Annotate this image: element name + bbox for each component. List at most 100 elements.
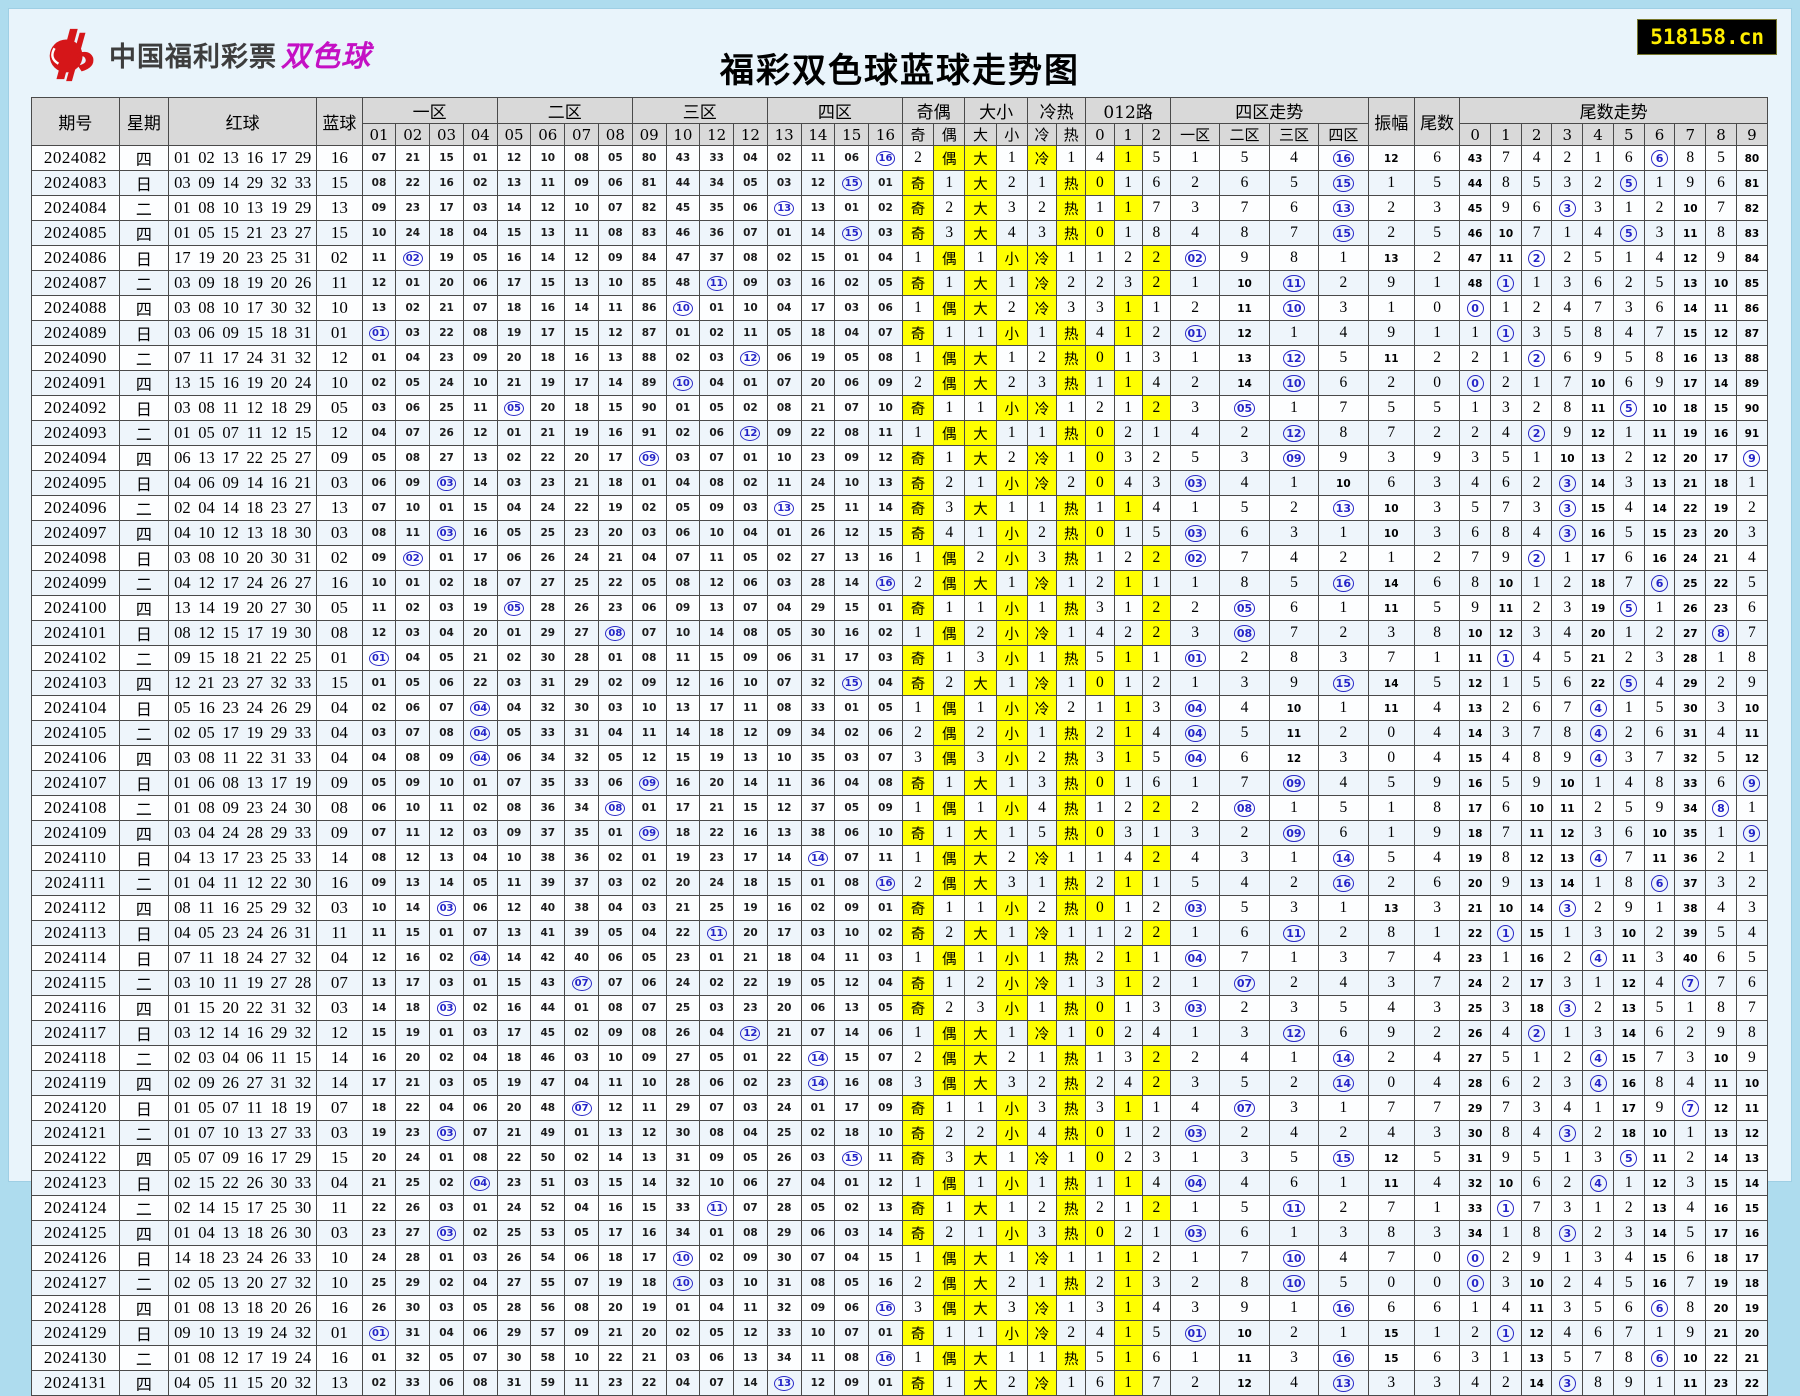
trend-cell: 17 xyxy=(1582,545,1614,571)
zone-miss-cell: 33 xyxy=(530,720,566,746)
trend-cell: 3 xyxy=(1612,470,1645,496)
table-header: 期号 星期 红球 蓝球 一区 二区 三区 四区 奇偶 大小 冷热 012路 四区走势 振幅 尾数 尾数走势 01… xyxy=(31,97,1769,146)
issue-cell: 2024117 xyxy=(31,1020,120,1046)
trend-cell: 45 xyxy=(1459,195,1491,221)
trend-cell: 6 xyxy=(1582,270,1614,296)
zone-miss-cell: 06 xyxy=(429,670,464,696)
red-ball-number: 02 xyxy=(174,1173,191,1192)
zone-miss-cell: 04 xyxy=(361,745,397,771)
trend-cell: 3 xyxy=(1520,320,1553,346)
hit-value: 0 xyxy=(1466,1275,1484,1292)
week-cell: 二 xyxy=(118,195,170,221)
trend-table: 期号 星期 红球 蓝球 一区 二区 三区 四区 奇偶 大小 冷热 012路 四区走势 振幅 尾数 尾数走势 01… xyxy=(31,97,1769,1396)
trend-cell: 1 xyxy=(1056,970,1087,996)
zone-miss-cell: 09 xyxy=(868,795,903,821)
trend-cell: 6 xyxy=(1643,295,1676,321)
zone-miss-cell: 12 xyxy=(361,270,397,296)
table-row: 2024106 四 03 08 11 22 31 33 04 04 08 09 04 06 34 32 05 12… xyxy=(31,745,1769,771)
zone-miss-cell: 24 xyxy=(395,1145,431,1171)
blue-ball-cell: 15 xyxy=(316,170,363,196)
zone-miss-cell: 24 xyxy=(361,1245,397,1271)
trend-cell: 11 xyxy=(1643,420,1676,446)
trend-cell: 偶 xyxy=(933,1170,966,1196)
trend-cell: 11 xyxy=(1268,920,1320,946)
zone-miss-cell: 09 xyxy=(631,445,667,471)
trend-cell: 4 xyxy=(1268,145,1320,171)
trend-cell: 16 xyxy=(1705,1195,1737,1221)
trend-cell: 1 xyxy=(1085,495,1115,521)
red-ball-number: 18 xyxy=(246,1298,263,1317)
zone-miss-cell: 22 xyxy=(597,1345,633,1371)
zone-miss-cell: 14 xyxy=(868,495,903,521)
zone-miss-cell: 34 xyxy=(800,720,836,746)
trend-cell: 8 xyxy=(1367,1220,1415,1246)
zone-miss-cell: 15 xyxy=(631,1195,667,1221)
zone-miss-cell: 09 xyxy=(631,820,667,846)
trend-cell: 12 xyxy=(1268,1020,1320,1046)
trend-cell: 13 xyxy=(1318,195,1369,221)
zone-miss-cell: 24 xyxy=(530,495,566,521)
zone-miss-cell: 27 xyxy=(665,1045,701,1071)
week-cell: 二 xyxy=(118,720,170,746)
zone-miss-cell: 11 xyxy=(395,820,431,846)
zone-miss-cell: 09 xyxy=(597,245,633,271)
zone-miss-cell: 03 xyxy=(868,945,903,971)
trend-cell: 小 xyxy=(995,795,1028,821)
trend-cell: 热 xyxy=(1056,1120,1087,1146)
red-ball-number: 04 xyxy=(198,498,215,517)
trend-cell: 1 xyxy=(1582,145,1614,171)
red-ball-number: 19 xyxy=(270,1348,288,1367)
sub-header-冷: 冷 xyxy=(1026,123,1058,146)
trend-cell: 10 xyxy=(1367,520,1415,546)
red-ball-number: 11 xyxy=(246,1098,263,1117)
week-cell: 日 xyxy=(118,1095,170,1121)
zone-miss-cell: 08 xyxy=(564,1295,599,1321)
red-ball-number: 02 xyxy=(198,148,215,167)
red-ball-number: 16 xyxy=(198,698,215,717)
trend-cell: 4 xyxy=(1113,1070,1143,1096)
zone-miss-cell: 05 xyxy=(496,720,532,746)
zone-miss-cell: 16 xyxy=(665,770,701,796)
trend-cell: 9 xyxy=(1489,870,1522,896)
zone-miss-cell: 03 xyxy=(868,220,903,246)
trend-cell: 2 xyxy=(1520,295,1553,321)
trend-cell: 4 xyxy=(1582,1045,1614,1071)
trend-cell: 1 xyxy=(1026,1045,1058,1071)
zone-miss-cell: 04 xyxy=(665,470,701,496)
trend-cell: 3 xyxy=(1113,1045,1143,1071)
zone-miss-cell: 12 xyxy=(496,895,532,921)
site-badge[interactable]: 518158.cn xyxy=(1637,19,1777,55)
zone-miss-cell: 01 xyxy=(361,670,397,696)
zone-miss-cell: 16 xyxy=(597,420,633,446)
trend-cell: 16 xyxy=(1674,345,1707,371)
hit-value: 6 xyxy=(1651,1350,1669,1367)
table-row: 2024131 四 04 05 11 15 20 32 13 02 33 06 08 31 59 11 23 22… xyxy=(31,1370,1769,1396)
red-ball-number: 28 xyxy=(246,823,263,842)
trend-cell: 1 xyxy=(1113,995,1143,1021)
trend-cell: 2 xyxy=(901,720,935,746)
red-ball-number: 26 xyxy=(270,923,288,942)
zone-miss-cell: 12 xyxy=(429,820,464,846)
zone-miss-cell: 04 xyxy=(868,970,903,996)
trend-cell: 10 xyxy=(1268,295,1320,321)
zone-miss-cell: 03 xyxy=(462,1245,498,1271)
trend-cell: 2 xyxy=(1085,945,1115,971)
trend-cell: 大 xyxy=(964,1245,997,1271)
red-ball-number: 31 xyxy=(270,748,288,767)
red-ball-number: 20 xyxy=(222,998,239,1017)
hit-value: 05 xyxy=(1233,600,1256,617)
trend-cell: 3 xyxy=(1674,1170,1707,1196)
zone-miss-cell: 11 xyxy=(597,295,633,321)
week-cell: 四 xyxy=(118,1295,170,1321)
trend-cell: 3 xyxy=(1085,295,1115,321)
trend-cell: 热 xyxy=(1056,820,1087,846)
zone-miss-cell: 10 xyxy=(564,195,599,221)
red-ball-number: 31 xyxy=(270,1073,288,1092)
trend-cell: 2 xyxy=(901,1045,935,1071)
zone-miss-cell: 35 xyxy=(800,745,836,771)
red-ball-number: 22 xyxy=(246,748,263,767)
zone-miss-cell: 10 xyxy=(733,1270,768,1296)
trend-cell: 91 xyxy=(1735,420,1769,446)
trend-cell: 奇 xyxy=(901,645,935,671)
red-ball-number: 18 xyxy=(270,1098,288,1117)
